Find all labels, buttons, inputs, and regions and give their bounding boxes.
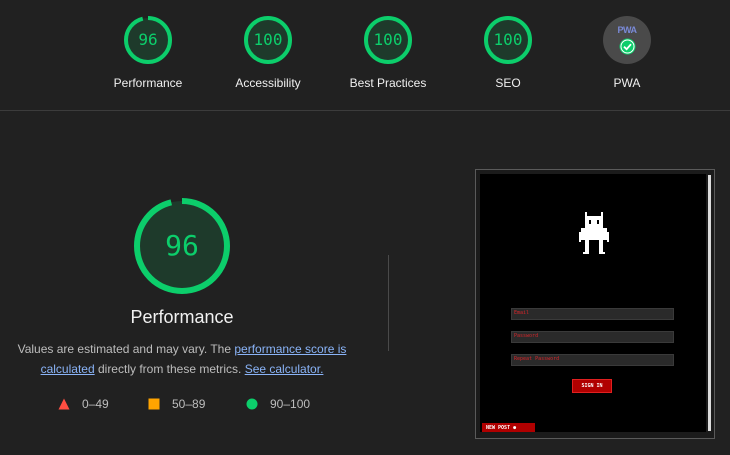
gauge-score: 96	[138, 30, 158, 49]
gauge-label: PWA	[613, 76, 641, 90]
legend-pass: 90–100	[246, 397, 310, 411]
description-text: directly from these metrics.	[94, 362, 245, 376]
legend-range: 90–100	[270, 397, 311, 411]
gauge-label: Accessibility	[235, 76, 301, 90]
pwa-label-wrap: PWA	[557, 76, 697, 90]
legend-range: 0–49	[82, 397, 109, 411]
gauge-best-practices[interactable]: 100 Best Practices	[318, 15, 458, 90]
performance-description: Values are estimated and may vary. The p…	[10, 339, 354, 379]
see-calculator-link[interactable]: See calculator.	[245, 362, 324, 376]
performance-title: Performance	[130, 307, 234, 327]
pwa-badge-text: PWA	[617, 25, 637, 35]
gauge-performance[interactable]: 96 Performance	[78, 15, 218, 90]
performance-score: 96	[165, 229, 199, 262]
legend-fail: 0–49	[58, 397, 109, 411]
final-screenshot: Email Password Repeat Password SIGN IN N…	[475, 169, 715, 439]
divider	[388, 255, 389, 351]
screenshot-viewport: Email Password Repeat Password SIGN IN N…	[480, 174, 706, 432]
repeat-password-field: Repeat Password	[511, 354, 674, 366]
circle-icon	[246, 398, 258, 410]
check-icon	[619, 38, 636, 55]
square-icon	[148, 398, 160, 410]
legend-range: 50–89	[172, 397, 206, 411]
gauge-score: 100	[493, 30, 523, 49]
robot-logo-icon	[579, 212, 609, 254]
gauge-label: Best Practices	[349, 76, 427, 90]
gauge-label: Performance	[113, 76, 183, 90]
description-text: Values are estimated and may vary. The	[17, 342, 235, 356]
password-field: Password	[511, 331, 674, 343]
new-post-button: NEW POST ●	[482, 423, 535, 432]
email-field: Email	[511, 308, 674, 320]
gauge-score: 100	[253, 30, 283, 49]
signin-button: SIGN IN	[572, 379, 612, 393]
gauge-score: 100	[373, 30, 403, 49]
gauge-accessibility[interactable]: 100 Accessibility	[198, 15, 338, 90]
triangle-icon	[58, 398, 70, 410]
legend-average: 50–89	[148, 397, 205, 411]
screenshot-scrollbar	[708, 175, 711, 431]
pwa-badge: PWA	[603, 16, 651, 64]
category-header: 96 Performance 100 Accessibility 100 Bes…	[0, 0, 730, 111]
